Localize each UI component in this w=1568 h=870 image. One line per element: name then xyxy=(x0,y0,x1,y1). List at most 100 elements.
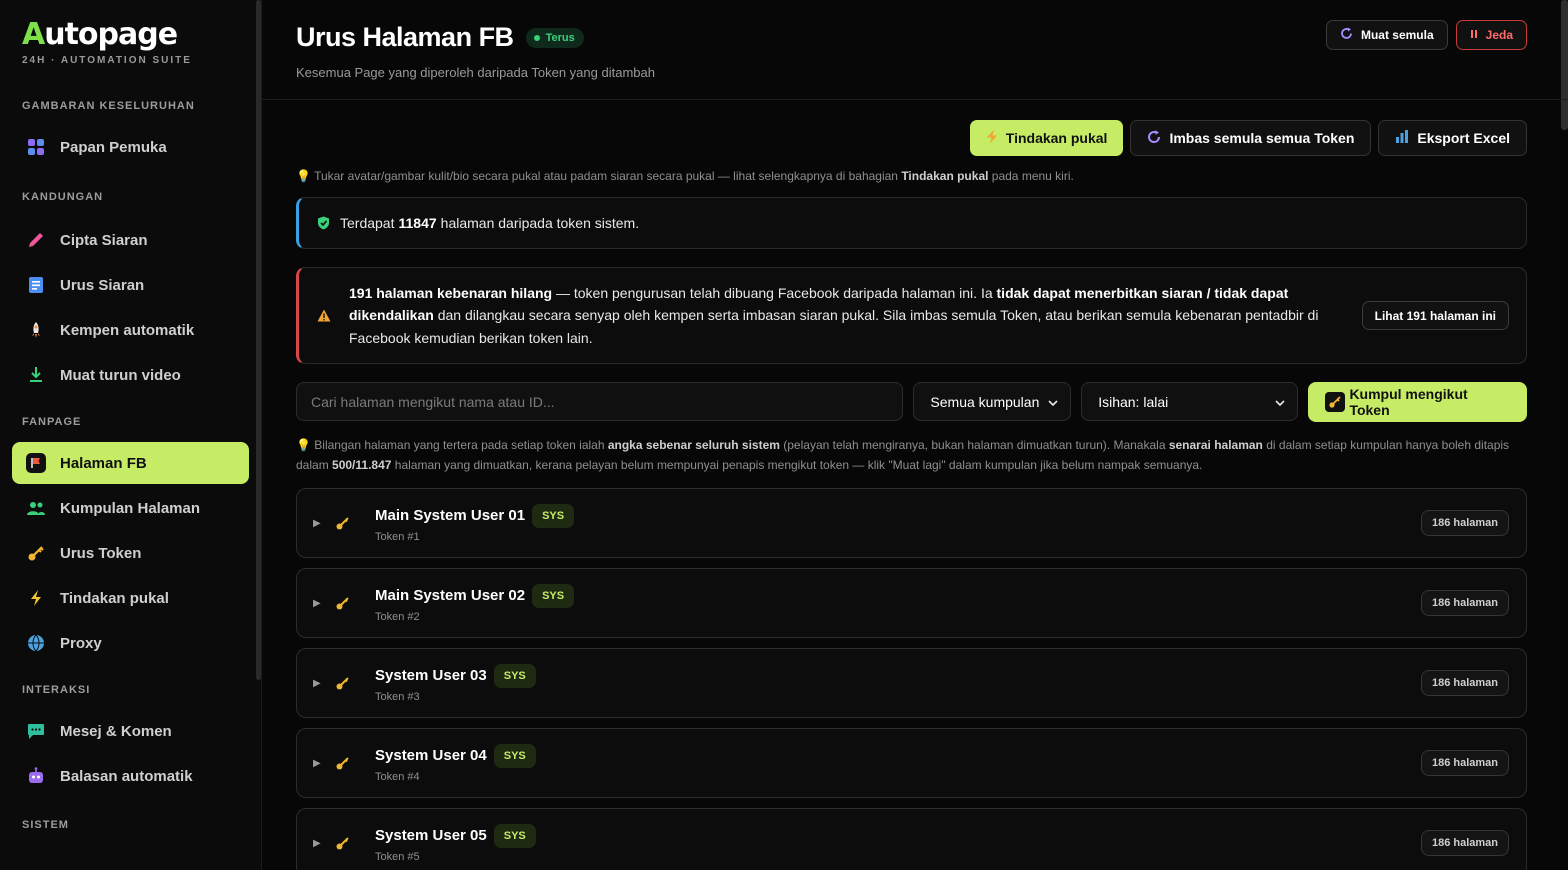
token-type-badge: SYS xyxy=(532,583,575,608)
shield-check-icon xyxy=(317,216,330,230)
key-icon xyxy=(335,515,357,531)
note-bold-2: senarai halaman xyxy=(1168,438,1263,452)
sidebar-item-video-download[interactable]: Muat turun video xyxy=(12,354,249,396)
live-status-badge: Terus xyxy=(525,27,584,48)
main-content: Urus Halaman FB Terus Kesemua Page yang … xyxy=(262,0,1568,870)
action-toolbar: Tindakan pukal Imbas semula semua Token … xyxy=(296,120,1527,156)
chevron-down-icon xyxy=(1275,394,1286,410)
pause-button[interactable]: Jeda xyxy=(1455,20,1527,50)
token-type-badge: SYS xyxy=(532,503,575,528)
chevron-down-icon xyxy=(1048,394,1058,410)
token-name: System User 04 xyxy=(375,747,487,764)
token-group-row[interactable]: ▶ System User 03 SYS Token #3 186 halaman xyxy=(296,648,1527,718)
refresh-icon xyxy=(1147,129,1161,147)
bulk-tip: 💡 Tukar avatar/gambar kulit/bio secara p… xyxy=(296,166,1527,186)
sidebar-item-proxy[interactable]: Proxy xyxy=(12,622,249,664)
section-title-fanpage: FANPAGE xyxy=(22,416,82,428)
sidebar-item-manage-posts[interactable]: Urus Siaran xyxy=(12,264,249,306)
sidebar-item-label: Halaman FB xyxy=(60,454,147,472)
sidebar-scrollbar[interactable] xyxy=(256,0,261,680)
tip-text-end: pada menu kiri. xyxy=(988,169,1074,183)
brand-logo[interactable]: Autopage 24H · AUTOMATION SUITE xyxy=(0,0,261,92)
section-title-content: KANDUNGAN xyxy=(22,191,104,203)
sidebar-item-messages[interactable]: Mesej & Komen xyxy=(12,710,249,752)
note-bold-3: 500/11.847 xyxy=(332,457,392,472)
robot-icon xyxy=(26,766,46,786)
sidebar-item-manage-tokens[interactable]: Urus Token xyxy=(12,532,249,574)
warning-text-2: dan dilangkau secara senyap oleh kempen … xyxy=(349,307,1319,346)
page-count-badge: 186 halaman xyxy=(1420,590,1509,616)
page-search-input[interactable] xyxy=(296,382,904,421)
token-group-row[interactable]: ▶ System User 05 SYS Token #5 186 halaman xyxy=(296,808,1527,870)
section-title-system: SISTEM xyxy=(22,819,69,831)
warning-text: 191 halaman kebenaran hilang — token pen… xyxy=(331,282,1362,350)
brand-name-rest: utopage xyxy=(44,17,178,52)
pause-icon xyxy=(1470,28,1478,42)
resync-label: Imbas semula semua Token xyxy=(1169,130,1355,146)
download-icon xyxy=(26,365,46,385)
key-icon xyxy=(335,755,357,771)
page-subtitle: Kesemua Page yang diperoleh daripada Tok… xyxy=(296,65,655,80)
expand-caret-icon[interactable]: ▶ xyxy=(313,838,331,849)
chat-icon xyxy=(26,721,46,741)
sidebar-item-create-post[interactable]: Cipta Siaran xyxy=(12,219,249,261)
resync-all-tokens-button[interactable]: Imbas semula semua Token xyxy=(1130,120,1372,156)
sort-value: Isihan: lalai xyxy=(1098,393,1169,410)
export-excel-button[interactable]: Eksport Excel xyxy=(1378,120,1527,156)
group-filter-value: Semua kumpulan xyxy=(930,393,1040,410)
token-group-row[interactable]: ▶ System User 04 SYS Token #4 186 halaman xyxy=(296,728,1527,798)
missing-permission-warning: 191 halaman kebenaran hilang — token pen… xyxy=(296,267,1527,364)
key-icon xyxy=(335,675,357,691)
expand-caret-icon[interactable]: ▶ xyxy=(313,598,331,609)
token-type-badge: SYS xyxy=(493,743,536,768)
bulk-actions-button[interactable]: Tindakan pukal xyxy=(969,120,1124,156)
sidebar-item-page-groups[interactable]: Kumpulan Halaman xyxy=(12,487,249,529)
sidebar-item-label: Papan Pemuka xyxy=(60,138,167,156)
tip-bold: Tindakan pukal xyxy=(901,169,989,183)
warning-icon xyxy=(317,309,331,322)
section-title-interaction: INTERAKSI xyxy=(22,684,91,696)
brand-tagline: 24H · AUTOMATION SUITE xyxy=(22,55,192,66)
key-icon xyxy=(1325,392,1346,412)
sidebar-item-label: Cipta Siaran xyxy=(60,231,148,249)
sidebar-item-fb-pages[interactable]: Halaman FB xyxy=(12,442,249,484)
token-number: Token #5 xyxy=(375,850,420,863)
token-number: Token #2 xyxy=(375,610,420,623)
page-count-info: Terdapat 11847 halaman daripada token si… xyxy=(296,197,1527,249)
sidebar-item-label: Kempen automatik xyxy=(60,321,195,339)
token-name: Main System User 01 xyxy=(375,507,526,524)
users-icon xyxy=(26,498,46,518)
key-icon xyxy=(335,835,357,851)
sidebar-item-label: Proxy xyxy=(60,634,102,652)
info-count: 11847 xyxy=(398,215,437,231)
lightning-icon xyxy=(986,129,998,147)
page-count-badge: 186 halaman xyxy=(1420,750,1509,776)
expand-caret-icon[interactable]: ▶ xyxy=(313,518,331,529)
view-missing-pages-button[interactable]: Lihat 191 halaman ini xyxy=(1361,301,1509,330)
token-type-badge: SYS xyxy=(493,823,536,848)
sidebar-item-auto-reply[interactable]: Balasan automatik xyxy=(12,755,249,797)
sidebar-item-label: Kumpulan Halaman xyxy=(60,499,201,517)
token-group-row[interactable]: ▶ Main System User 02 SYS Token #2 186 ha… xyxy=(296,568,1527,638)
tip-text: Tukar avatar/gambar kulit/bio secara puk… xyxy=(314,169,902,183)
token-group-list: ▶ Main System User 01 SYS Token #1 186 ha… xyxy=(296,488,1527,870)
group-filter-select[interactable]: Semua kumpulan xyxy=(913,382,1072,421)
page-count-badge: 186 halaman xyxy=(1420,510,1509,536)
page-count-badge: 186 halaman xyxy=(1420,830,1509,856)
token-number: Token #3 xyxy=(375,690,420,703)
sidebar-item-auto-campaign[interactable]: Kempen automatik xyxy=(12,309,249,351)
expand-caret-icon[interactable]: ▶ xyxy=(313,758,331,769)
warning-text-1: — token pengurusan telah dibuang Faceboo… xyxy=(552,284,997,301)
expand-caret-icon[interactable]: ▶ xyxy=(313,678,331,689)
sidebar-item-dashboard[interactable]: Papan Pemuka xyxy=(12,126,249,168)
live-dot-icon xyxy=(533,34,540,41)
document-icon xyxy=(26,275,46,295)
rocket-icon xyxy=(26,320,46,340)
export-label: Eksport Excel xyxy=(1417,130,1510,146)
reload-button[interactable]: Muat semula xyxy=(1325,20,1448,50)
token-group-row[interactable]: ▶ Main System User 01 SYS Token #1 186 ha… xyxy=(296,488,1527,558)
sort-select[interactable]: Isihan: lalai xyxy=(1081,382,1299,421)
page-count-note: 💡 Bilangan halaman yang tertera pada set… xyxy=(296,436,1527,475)
sidebar-item-bulk-actions[interactable]: Tindakan pukal xyxy=(12,577,249,619)
group-by-token-button[interactable]: Kumpul mengikut Token xyxy=(1308,382,1527,422)
